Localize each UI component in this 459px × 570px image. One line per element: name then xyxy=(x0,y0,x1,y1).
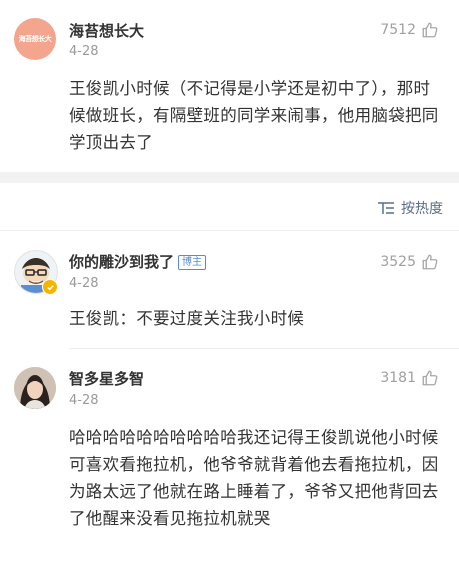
author-badge: 博主 xyxy=(178,255,207,270)
sort-label: 按热度 xyxy=(401,201,443,217)
like-button[interactable]: 3181 xyxy=(380,368,439,388)
like-count: 7512 xyxy=(380,22,416,38)
username-text: 你的雕沙到我了 xyxy=(69,253,175,271)
thumbs-up-icon xyxy=(422,254,438,270)
section-divider xyxy=(0,172,459,183)
comment-text: 哈哈哈哈哈哈哈哈哈哈我还记得王俊凯说他小时候可喜欢看拖拉机，他爷爷就背着他去看拖… xyxy=(69,428,439,528)
username[interactable]: 你的雕沙到我了 博主 xyxy=(69,252,207,272)
like-button[interactable]: 3525 xyxy=(380,252,439,272)
sort-by-hot-button[interactable]: 按热度 xyxy=(377,198,443,218)
comment-text: 王俊凯小时候（不记得是小学还是初中了），那时候做班长，有隔壁班的同学来闹事，他用… xyxy=(69,79,439,152)
thumbs-up-icon xyxy=(422,370,438,386)
divider-line xyxy=(69,348,459,349)
comment-item: 海苔想长大 海苔想长大 4-28 7512 王俊凯小时候（不记得是小学还是初中了… xyxy=(0,0,459,172)
comment-date: 4-28 xyxy=(69,393,99,408)
divider-line xyxy=(0,230,459,231)
avatar[interactable] xyxy=(14,367,56,409)
like-count: 3181 xyxy=(380,370,416,386)
comment-date: 4-28 xyxy=(69,44,99,59)
sort-icon xyxy=(378,202,394,214)
like-button[interactable]: 7512 xyxy=(380,20,439,40)
avatar-text: 海苔想长大 xyxy=(18,35,52,43)
like-count: 3525 xyxy=(380,254,416,270)
username[interactable]: 海苔想长大 xyxy=(69,21,144,41)
comment-date: 4-28 xyxy=(69,276,99,291)
comment-text: 王俊凯：不要过度关注我小时候 xyxy=(69,309,305,328)
avatar-photo-image xyxy=(14,367,56,409)
avatar[interactable]: 海苔想长大 xyxy=(14,18,56,60)
username[interactable]: 智多星多智 xyxy=(69,369,144,389)
verified-badge-icon xyxy=(42,279,58,295)
thumbs-up-icon xyxy=(422,22,438,38)
